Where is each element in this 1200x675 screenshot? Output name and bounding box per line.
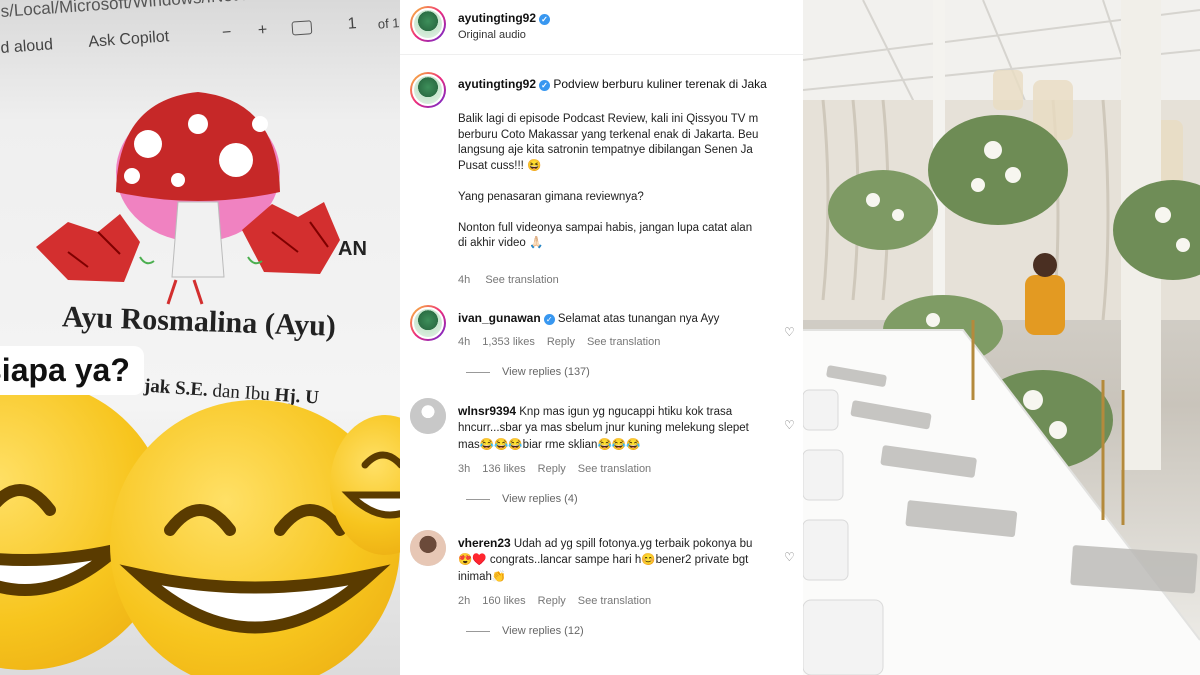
comment-text: Knp mas igun yg ngucappi htiku kok trasa xyxy=(519,406,733,418)
post-meta: 4h See translation xyxy=(458,274,571,286)
comment-meta: 2h 160 likes Reply See translation xyxy=(458,595,663,607)
comment-time: 2h xyxy=(458,595,471,607)
page-number: 1 xyxy=(347,15,358,33)
comment-meta: 3h 136 likes Reply See translation xyxy=(458,463,663,475)
comment-see-translation[interactable]: See translation xyxy=(587,336,660,348)
post-username[interactable]: ayutingting92 xyxy=(458,77,536,91)
verified-badge-icon: ✓ xyxy=(539,14,551,25)
view-replies-line xyxy=(466,498,490,500)
laughing-emoji-icon xyxy=(330,415,400,555)
comment-username[interactable]: wlnsr9394 xyxy=(458,404,516,418)
left-photo-panel: s/Local/Microsoft/Windows/INetCache/IE/7… xyxy=(0,0,400,675)
post-see-translation[interactable]: See translation xyxy=(485,274,558,286)
view-replies-line xyxy=(466,371,490,373)
post-headline: Podview berburu kuliner terenak di Jaka xyxy=(553,77,767,91)
header-audio-label[interactable]: Original audio xyxy=(458,29,526,41)
comment-time: 4h xyxy=(458,336,471,348)
comment-text-line: hncurr...sbar ya mas sbelum jnur kuning … xyxy=(458,422,749,434)
post-caption-line: Pusat cuss!!! 😆 xyxy=(458,159,542,172)
view-replies-label[interactable]: View replies (12) xyxy=(502,625,584,637)
comment-text-line: inimah👏 xyxy=(458,571,507,583)
comment-avatar[interactable] xyxy=(410,398,446,434)
post-caption-line: Nonton full videonya sampai habis, janga… xyxy=(458,221,753,234)
comment-reply-button[interactable]: Reply xyxy=(547,336,575,348)
instagram-comments-panel: ayutingting92 ✓ Original audio ayutingtin… xyxy=(400,0,803,675)
comment-meta: 4h 1,353 likes Reply See translation xyxy=(458,336,672,348)
header-username[interactable]: ayutingting92 ✓ xyxy=(458,11,551,25)
header-divider xyxy=(400,54,803,55)
comment-text: Selamat atas tunangan nya Ayy xyxy=(557,313,720,325)
post-time: 4h xyxy=(458,274,471,286)
comment-likes[interactable]: 136 likes xyxy=(482,463,525,475)
view-replies-label[interactable]: View replies (137) xyxy=(502,366,590,378)
comment-text-line: 😍♥️ congrats..lancar sampe hari h😊bener2… xyxy=(458,554,749,566)
view-replies-button[interactable]: View replies (137) xyxy=(466,366,590,378)
post-caption-line: langsung aje kita satronin tempatnye dib… xyxy=(458,144,753,156)
comment-likes[interactable]: 160 likes xyxy=(482,595,525,607)
comment-username[interactable]: ivan_gunawan xyxy=(458,311,541,325)
like-heart-icon[interactable]: ♡ xyxy=(784,418,795,432)
comment-reply-button[interactable]: Reply xyxy=(538,463,566,475)
verified-badge-icon: ✓ xyxy=(539,80,551,91)
view-replies-button[interactable]: View replies (4) xyxy=(466,493,578,505)
post-caption-line: Balik lagi di episode Podcast Review, ka… xyxy=(458,113,759,125)
banquet-scene xyxy=(803,0,1200,675)
comment-see-translation[interactable]: See translation xyxy=(578,463,651,475)
post-caption-line: berburu Coto Makassar yang terkenal enak… xyxy=(458,128,759,141)
zoom-in-button[interactable]: + xyxy=(257,21,268,40)
comment-reply-button[interactable]: Reply xyxy=(538,595,566,607)
fit-page-icon[interactable] xyxy=(291,20,313,36)
header-username-text: ayutingting92 xyxy=(458,11,537,25)
comment-first-line: vheren23 Udah ad yg spill fotonya.yg ter… xyxy=(458,536,752,552)
comment-avatar[interactable] xyxy=(410,530,446,566)
like-heart-icon[interactable]: ♡ xyxy=(784,325,795,339)
verified-badge-icon: ✓ xyxy=(543,314,555,325)
comment-avatar[interactable] xyxy=(410,305,446,341)
comment-username[interactable]: vheren23 xyxy=(458,536,511,550)
caption-bubble: siapa ya? xyxy=(0,346,144,395)
view-replies-line xyxy=(466,630,490,632)
mushroom-icon xyxy=(36,92,340,305)
comment-likes[interactable]: 1,353 likes xyxy=(482,336,535,348)
zoom-out-button[interactable]: − xyxy=(221,24,232,43)
post-avatar[interactable] xyxy=(410,72,446,108)
post-header-line: ayutingting92 ✓ Podview berburu kuliner t… xyxy=(458,77,767,91)
header-avatar[interactable] xyxy=(410,6,446,42)
read-aloud-button[interactable]: d aloud xyxy=(0,36,54,58)
comment-text-line: mas😂😂😂biar rme sklian😂😂😂 xyxy=(458,439,641,451)
comment-first-line: wlnsr9394 Knp mas igun yg ngucappi htiku… xyxy=(458,404,732,420)
view-replies-label[interactable]: View replies (4) xyxy=(502,493,578,505)
comment-text: Udah ad yg spill fotonya.yg terbaik poko… xyxy=(513,538,753,550)
comment-time: 3h xyxy=(458,463,471,475)
page-total: of 1 xyxy=(377,15,400,32)
pdf-toolbar: d aloud Ask Copilot − + 1 of 1 xyxy=(0,11,400,74)
post-caption-line: Yang penasaran gimana reviewnya? xyxy=(458,190,644,203)
like-heart-icon[interactable]: ♡ xyxy=(784,550,795,564)
card-text-an: AN xyxy=(338,238,367,260)
view-replies-button[interactable]: View replies (12) xyxy=(466,625,584,637)
comment-see-translation[interactable]: See translation xyxy=(578,595,651,607)
banquet-photo xyxy=(803,0,1200,675)
comment-first-line: ivan_gunawan ✓ Selamat atas tunangan nya … xyxy=(458,311,719,327)
post-caption-line: di akhir video 🙏🏻 xyxy=(458,237,544,249)
ask-copilot-button[interactable]: Ask Copilot xyxy=(88,28,170,52)
